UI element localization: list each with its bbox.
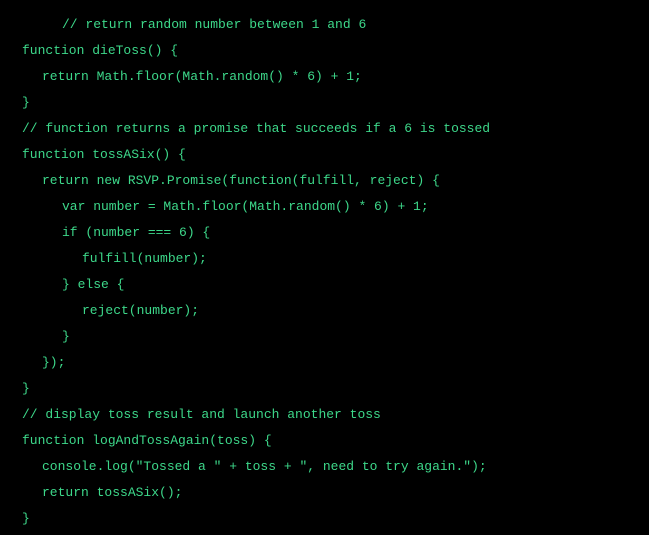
code-line: return Math.floor(Math.random() * 6) + 1… — [22, 64, 627, 90]
code-line: } — [22, 376, 627, 402]
code-line: reject(number); — [22, 298, 627, 324]
code-line: var number = Math.floor(Math.random() * … — [22, 194, 627, 220]
code-block: // return random number between 1 and 6 … — [22, 12, 627, 532]
code-line: // display toss result and launch anothe… — [22, 402, 627, 428]
code-line: return tossASix(); — [22, 480, 627, 506]
code-line: console.log("Tossed a " + toss + ", need… — [22, 454, 627, 480]
code-line: function dieToss() { — [22, 38, 627, 64]
code-line: } — [22, 90, 627, 116]
code-line: }); — [22, 350, 627, 376]
code-line: // return random number between 1 and 6 — [22, 12, 627, 38]
code-line: function tossASix() { — [22, 142, 627, 168]
code-line: function logAndTossAgain(toss) { — [22, 428, 627, 454]
code-line: } — [22, 324, 627, 350]
code-line: // function returns a promise that succe… — [22, 116, 627, 142]
code-line: } — [22, 506, 627, 532]
code-line: return new RSVP.Promise(function(fulfill… — [22, 168, 627, 194]
code-line: if (number === 6) { — [22, 220, 627, 246]
code-line: } else { — [22, 272, 627, 298]
code-line: fulfill(number); — [22, 246, 627, 272]
